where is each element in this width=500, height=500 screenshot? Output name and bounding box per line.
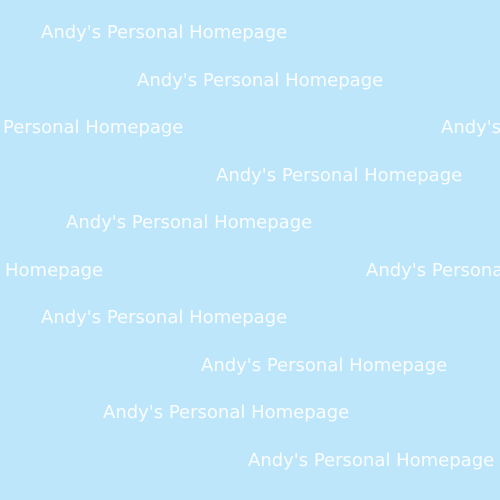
title-line-4: Andy's Personal Homepage [216, 165, 463, 186]
title-line-7: Andy's Personal Homepage [41, 307, 288, 328]
title-line-9: Andy's Personal Homepage [103, 402, 350, 423]
title-line-10: Andy's Personal Homepage [248, 450, 495, 471]
title-line-2: Andy's Personal Homepage [137, 70, 384, 91]
scrolling-title-area: Andy's Personal Homepage Andy's Personal… [0, 0, 500, 500]
title-line-8: Andy's Personal Homepage [201, 355, 448, 376]
title-line-3: Personal Homepage [3, 117, 184, 138]
title-line-6-wrap: Andy's Personal [366, 260, 500, 281]
title-line-5: Andy's Personal Homepage [66, 212, 313, 233]
title-line-6: Homepage [5, 260, 104, 281]
title-line-1: Andy's Personal Homepage [41, 22, 288, 43]
title-line-3-wrap: Andy's [441, 117, 500, 138]
